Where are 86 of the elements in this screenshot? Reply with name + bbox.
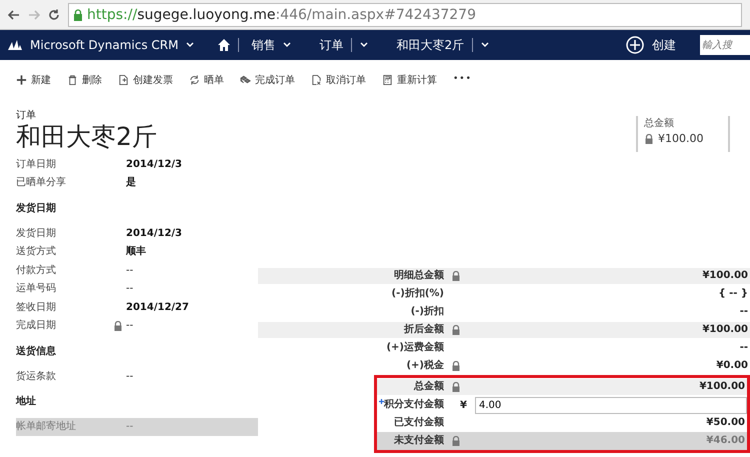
- address-bar[interactable]: https://sugege.luoyong.me:446/main.aspx#742437279: [68, 2, 742, 26]
- toolbar-button[interactable]: 新建: [16, 72, 51, 88]
- field-label: 付款方式: [16, 264, 57, 278]
- summary-label: 总金额: [377, 379, 448, 395]
- field-value[interactable]: 2014/12/27: [126, 300, 189, 315]
- field-value[interactable]: 2014/12/3: [126, 156, 182, 172]
- summary-label: 折后金额: [258, 322, 448, 338]
- summary-value: ¥100.00: [460, 322, 750, 338]
- toolbar-button[interactable]: 取消订单: [311, 72, 366, 88]
- lock-icon: [113, 320, 123, 331]
- reload-icon[interactable]: [48, 8, 60, 20]
- summary-value: ¥0.00: [715, 359, 749, 373]
- chevron-down-icon[interactable]: [186, 42, 194, 48]
- currency-symbol: ¥: [460, 398, 468, 412]
- calc-icon: [382, 74, 393, 86]
- field-label: 订单日期: [16, 158, 57, 172]
- summary-label: 未支付金额: [393, 433, 445, 448]
- app-title[interactable]: Microsoft Dynamics CRM: [30, 36, 178, 54]
- field-value[interactable]: --: [126, 262, 134, 278]
- amount-input[interactable]: 4.00: [475, 396, 747, 414]
- total-tile: 总金额 ¥100.00: [636, 116, 730, 152]
- breadcrumb-link[interactable]: 订单: [319, 36, 344, 54]
- summary-value: { -- }: [717, 287, 749, 301]
- summary-label: 明细总金额: [258, 268, 448, 284]
- trash-icon: [67, 74, 78, 86]
- section-heading: 地址: [16, 394, 37, 409]
- lock-icon: [451, 382, 461, 392]
- summary-value: ¥100.00: [460, 379, 747, 395]
- lock-icon: [451, 361, 461, 371]
- chevron-down-icon[interactable]: [360, 42, 368, 48]
- field-value[interactable]: --: [126, 368, 134, 384]
- field-value[interactable]: 顺丰: [126, 244, 146, 260]
- create-button[interactable]: 创建: [652, 36, 676, 54]
- field-label: 签收日期: [16, 300, 57, 315]
- field-value[interactable]: 2014/12/3: [126, 226, 182, 241]
- field-label: 货运条款: [16, 370, 57, 384]
- summary-value: --: [738, 341, 749, 355]
- required-icon: [379, 399, 384, 404]
- field-value[interactable]: --: [126, 318, 134, 334]
- summary-value: ¥46.00: [705, 434, 746, 448]
- summary-label: (-)折扣: [410, 304, 445, 319]
- field-label: 送货方式: [16, 244, 57, 260]
- entity-label: 订单: [16, 108, 37, 123]
- boxes-icon: [240, 74, 251, 86]
- toolbar-button[interactable]: 完成订单: [240, 72, 295, 88]
- toolbar-button[interactable]: 创建发票: [118, 72, 173, 88]
- chevron-down-icon[interactable]: [481, 42, 490, 48]
- search-field[interactable]: 輸入搜: [700, 35, 750, 55]
- summary-label: (-)折扣(%): [390, 286, 445, 301]
- back-icon[interactable]: [8, 10, 20, 20]
- summary-label: (+)税金: [405, 358, 445, 373]
- breadcrumb-link[interactable]: 和田大枣2斤: [396, 36, 464, 54]
- logo-icon: [8, 40, 22, 50]
- summary-value: --: [738, 305, 749, 319]
- field-value[interactable]: --: [126, 281, 134, 296]
- doc-icon: [118, 74, 129, 86]
- field-label: 已晒单分享: [16, 176, 67, 190]
- section-heading: 送货信息: [16, 344, 57, 358]
- lock-icon: [451, 436, 461, 446]
- toolbar-button[interactable]: 晒单: [189, 72, 224, 88]
- lock-icon: [451, 271, 461, 281]
- summary-label: 已支付金额: [393, 415, 445, 430]
- cancel-icon: [311, 74, 322, 86]
- plus-icon: [16, 74, 27, 86]
- refresh-icon: [189, 74, 200, 86]
- record-title: 和田大枣2斤: [16, 123, 158, 151]
- field-value[interactable]: 是: [126, 175, 136, 190]
- toolbar-button[interactable]: 删除: [67, 72, 102, 88]
- summary-value: ¥100.00: [460, 268, 750, 284]
- lock-icon: [451, 325, 461, 335]
- toolbar-button[interactable]: 重新计算: [382, 72, 437, 88]
- field-label: 帐单邮寄地址: [16, 420, 77, 434]
- field-label: 完成日期: [16, 318, 57, 334]
- chevron-down-icon[interactable]: [283, 42, 292, 48]
- section-heading: 发货日期: [16, 202, 57, 216]
- summary-label: 积分支付金额: [377, 397, 448, 413]
- summary-label: (+)运费金额: [385, 340, 445, 355]
- plus-circle-icon[interactable]: [626, 36, 644, 54]
- padlock-icon: [73, 8, 83, 20]
- summary-value: ¥50.00: [705, 416, 746, 430]
- field-label: 运单号码: [16, 282, 57, 296]
- more-button[interactable]: •••: [453, 73, 472, 87]
- home-icon[interactable]: [218, 39, 230, 51]
- breadcrumb-link[interactable]: 销售: [251, 36, 276, 54]
- field-label: 发货日期: [16, 226, 57, 241]
- lock-icon: [644, 134, 654, 144]
